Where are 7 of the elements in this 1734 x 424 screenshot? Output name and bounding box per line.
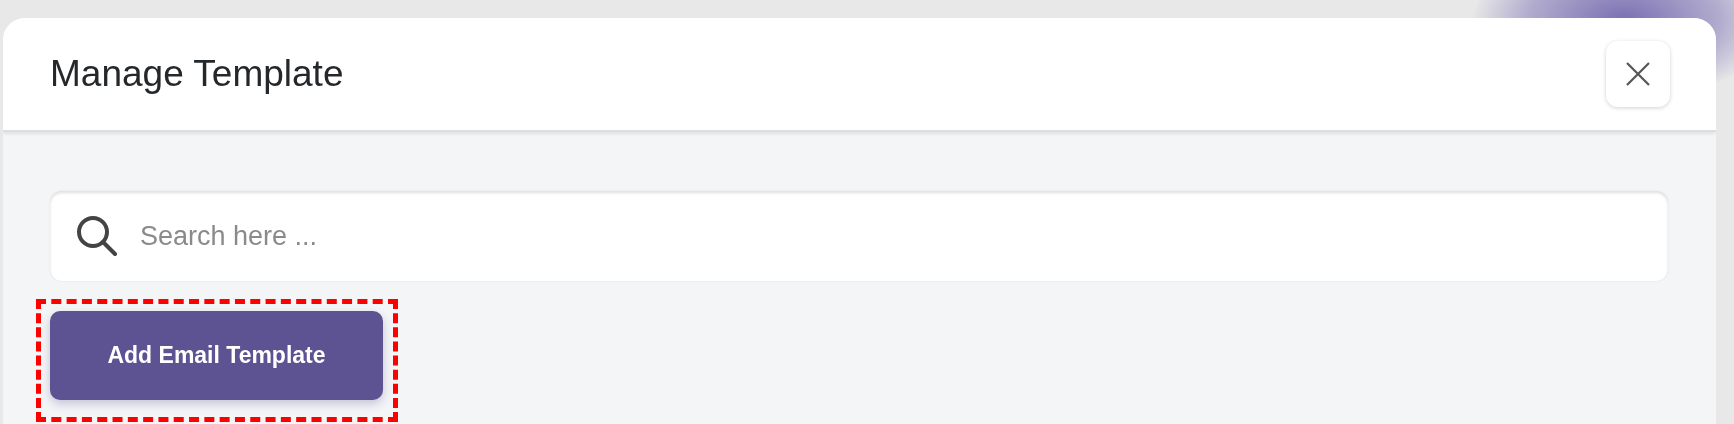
- add-template-button[interactable]: Add Email Template: [50, 311, 383, 400]
- dialog-title: Manage Template: [50, 53, 344, 95]
- search-input[interactable]: Search here ...: [138, 219, 1644, 253]
- search-field[interactable]: Search here ...: [50, 191, 1668, 281]
- close-button[interactable]: [1606, 41, 1670, 107]
- search-icon: [74, 213, 120, 259]
- close-icon: [1625, 61, 1651, 87]
